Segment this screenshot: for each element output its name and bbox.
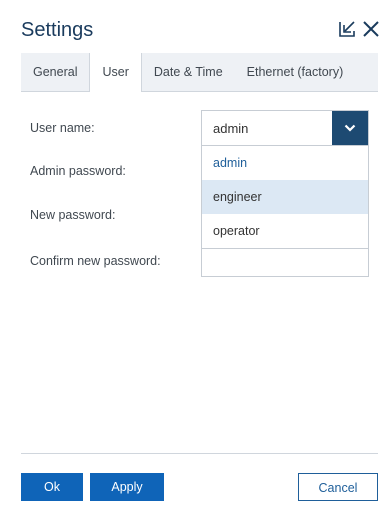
close-icon[interactable] — [362, 20, 380, 38]
dropdown-option-operator[interactable]: operator — [202, 214, 368, 248]
user-name-label: User name: — [30, 121, 95, 135]
tab-general[interactable]: General — [21, 53, 89, 91]
tab-ethernet-factory[interactable]: Ethernet (factory) — [235, 53, 356, 91]
minimize-arrow-icon[interactable] — [338, 20, 356, 38]
confirm-password-label: Confirm new password: — [30, 254, 161, 268]
select-toggle-button[interactable] — [332, 111, 368, 145]
footer-divider — [21, 453, 378, 454]
new-password-label: New password: — [30, 208, 116, 222]
confirm-password-input[interactable] — [201, 248, 369, 277]
dropdown-option-admin[interactable]: admin — [202, 146, 368, 180]
user-name-select[interactable]: admin — [201, 110, 369, 146]
chevron-down-icon — [344, 124, 356, 132]
user-name-dropdown-list: admin engineer operator — [201, 146, 369, 249]
window-title: Settings — [21, 19, 94, 41]
dropdown-option-engineer[interactable]: engineer — [202, 180, 368, 214]
window-controls — [338, 20, 380, 38]
apply-button[interactable]: Apply — [90, 473, 164, 501]
admin-password-label: Admin password: — [30, 164, 126, 178]
tab-user[interactable]: User — [89, 53, 142, 92]
tab-date-time[interactable]: Date & Time — [142, 53, 235, 91]
ok-button[interactable]: Ok — [21, 473, 83, 501]
user-name-select-value: admin — [213, 121, 249, 136]
cancel-button[interactable]: Cancel — [298, 473, 378, 501]
tab-bar: General User Date & Time Ethernet (facto… — [21, 53, 378, 92]
